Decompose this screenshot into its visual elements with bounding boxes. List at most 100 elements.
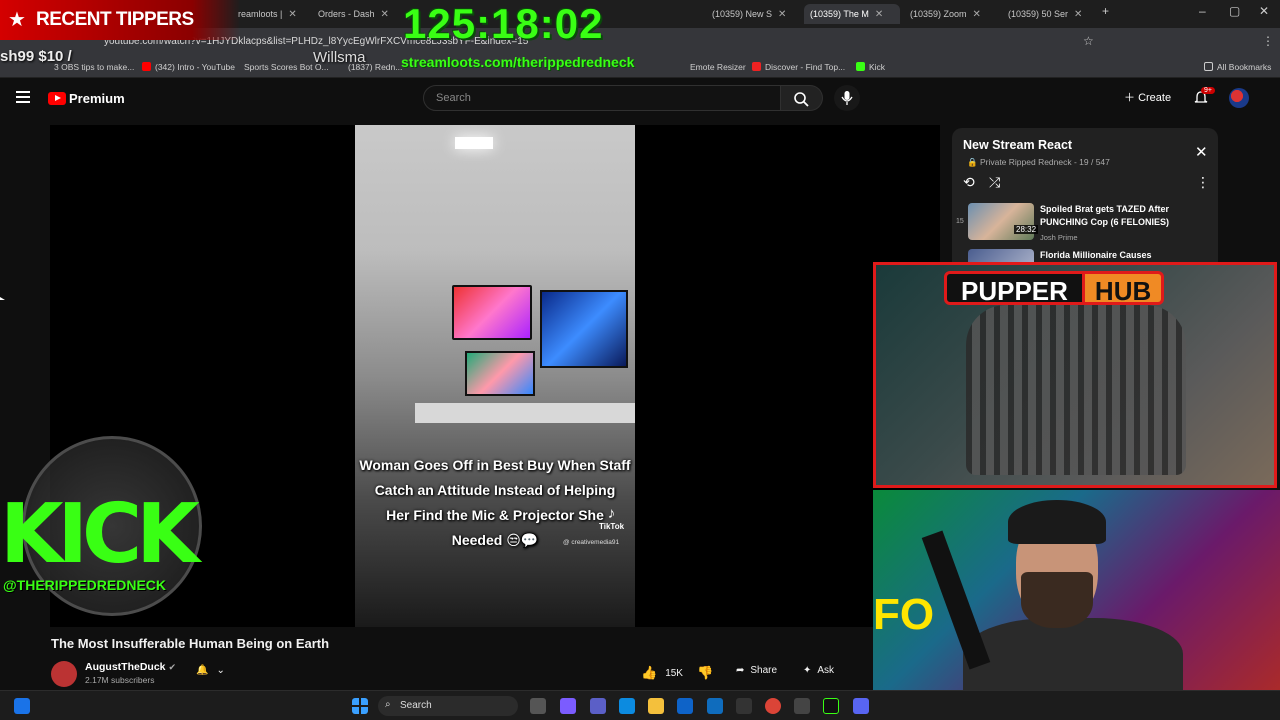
video-title: The Most Insufferable Human Being on Ear…: [51, 636, 330, 651]
close-tab-icon[interactable]: ✕: [288, 9, 296, 20]
close-playlist-icon[interactable]: ✕: [1195, 143, 1208, 161]
bookmark-item[interactable]: Discover - Find Top...: [752, 62, 845, 72]
bookmark-star-icon[interactable]: ☆: [1083, 34, 1094, 48]
bell-icon: 🔔: [196, 665, 209, 676]
tiktok-icon: ♪: [607, 505, 616, 522]
lock-icon: 🔒: [967, 157, 980, 167]
browser-tab-active[interactable]: (10359) The M ✕: [804, 4, 900, 24]
discover-icon: [752, 62, 761, 71]
notification-count-badge: 9+: [1201, 87, 1215, 94]
playlist-item-title[interactable]: Florida Millionaire Causes: [1040, 250, 1152, 260]
search-input[interactable]: Search: [423, 85, 781, 111]
browser-tab[interactable]: reamloots | ✕: [232, 4, 312, 24]
bookmark-folder[interactable]: All Bookmarks: [1204, 62, 1271, 72]
close-tab-icon[interactable]: ✕: [1074, 9, 1082, 20]
tiktok-handle: @ creativemedia91: [563, 539, 620, 546]
obs-icon[interactable]: [736, 698, 752, 714]
close-window-icon[interactable]: ✕: [1259, 4, 1269, 18]
app-icon[interactable]: [794, 698, 810, 714]
kick-icon: [856, 62, 865, 71]
browser-tab[interactable]: (10359) 50 Ser ✕: [1002, 4, 1098, 24]
playlist-item-title[interactable]: Spoiled Brat gets TAZED After PUNCHING C…: [1040, 203, 1190, 229]
scene-ceiling-light: [455, 137, 493, 149]
notification-bell-button[interactable]: 🔔 ⌄: [196, 665, 225, 676]
youtube-header: Premium Search ＋ Create 9+: [0, 79, 1280, 119]
scene-shelf: [415, 403, 635, 423]
new-tab-icon[interactable]: +: [1102, 4, 1109, 18]
playlist-title: New Stream React: [963, 138, 1073, 152]
channel-avatar[interactable]: [51, 661, 77, 687]
streamloots-url: streamloots.com/therippedredneck: [401, 54, 635, 70]
close-tab-icon[interactable]: ✕: [973, 9, 981, 20]
close-tab-icon[interactable]: ✕: [381, 9, 389, 20]
search-button[interactable]: [781, 85, 823, 111]
more-options-icon[interactable]: ⋮: [1196, 174, 1210, 191]
scene-tv: [465, 351, 535, 396]
sign-text: FO: [873, 590, 935, 639]
browser-tab[interactable]: (10359) Zoom ✕: [904, 4, 1000, 24]
discord-icon[interactable]: [853, 698, 869, 714]
outlook-icon[interactable]: [707, 698, 723, 714]
star-icon: ★: [8, 9, 26, 31]
playlist-subtitle: 🔒 Private Ripped Redneck - 19 / 547: [967, 157, 1110, 167]
verified-icon: ✔: [168, 662, 176, 672]
playlist-item-channel: Josh Prime: [1040, 233, 1078, 242]
dislike-button[interactable]: 👎: [697, 665, 713, 681]
menu-icon[interactable]: [16, 91, 30, 103]
streamer-webcam: FO: [873, 490, 1280, 690]
browser-menu-icon[interactable]: ⋮: [1262, 34, 1274, 48]
shuffle-icon[interactable]: ⤮: [989, 174, 1000, 191]
thumbs-down-icon: 👎: [697, 665, 714, 680]
sparkle-icon: ✦: [803, 665, 812, 676]
folder-icon: [1204, 62, 1213, 71]
share-icon: ➦: [736, 665, 745, 676]
stream-timer: 125:18:02: [403, 0, 604, 47]
widgets-icon[interactable]: [14, 698, 30, 714]
like-button[interactable]: 👍 15K: [641, 665, 683, 681]
recent-tippers-banner: ★ RECENT TIPPERS: [0, 0, 240, 40]
video-duration: 28:32: [1014, 225, 1039, 234]
search-icon: [794, 92, 809, 107]
playlist-item-index: 15: [956, 218, 964, 225]
loop-icon[interactable]: ⟲: [963, 174, 975, 191]
playlist-item-thumbnail[interactable]: [968, 203, 1034, 240]
bookmark-item[interactable]: (342) Intro - YouTube: [142, 62, 235, 72]
youtube-brand[interactable]: Premium: [69, 91, 125, 106]
windows-start-icon[interactable]: [352, 698, 368, 714]
maximize-icon[interactable]: ▢: [1229, 4, 1240, 18]
teams-icon[interactable]: [590, 698, 606, 714]
task-view-icon[interactable]: [530, 698, 546, 714]
close-tab-icon[interactable]: ✕: [875, 9, 883, 20]
share-button[interactable]: ➦ Share: [736, 665, 777, 676]
create-button[interactable]: ＋ Create: [1124, 89, 1171, 105]
video-caption: Woman Goes Off in Best Buy When Staff Ca…: [359, 457, 631, 548]
tipper-name: Willsma: [313, 49, 366, 66]
windows-taskbar: ⌕ Search: [0, 690, 1280, 720]
user-avatar[interactable]: [1229, 88, 1249, 108]
bookmark-item[interactable]: Kick: [856, 62, 885, 72]
streamer-beard: [1021, 572, 1093, 628]
kick-overlay: KICK @THERIPPEDREDNECK: [0, 436, 224, 620]
store-icon[interactable]: [677, 698, 693, 714]
close-tab-icon[interactable]: ✕: [778, 9, 786, 20]
browser-tab[interactable]: (10359) New S ✕: [706, 4, 802, 24]
chrome-icon[interactable]: [765, 698, 781, 714]
youtube-icon: [142, 62, 151, 71]
tiktok-watermark: ♪ TikTok: [599, 505, 625, 531]
copilot-icon[interactable]: [560, 698, 576, 714]
browser-tab[interactable]: Orders - Dash ✕: [312, 4, 400, 24]
file-explorer-icon[interactable]: [648, 698, 664, 714]
ask-button[interactable]: ✦ Ask: [803, 665, 834, 676]
minimize-icon[interactable]: –: [1199, 4, 1206, 18]
channel-name[interactable]: AugustTheDuck ✔: [85, 661, 176, 673]
streamer-body: [963, 618, 1183, 690]
bookmark-item[interactable]: Emote Resizer: [690, 62, 746, 72]
playlist-panel: New Stream React 🔒 Private Ripped Rednec…: [952, 128, 1218, 268]
edge-icon[interactable]: [619, 698, 635, 714]
taskbar-search-input[interactable]: ⌕ Search: [378, 696, 518, 716]
terminal-icon[interactable]: [823, 698, 839, 714]
bookmarks-bar: 3 OBS tips to make... (342) Intro - YouT…: [0, 56, 1280, 78]
voice-search-button[interactable]: [834, 85, 860, 111]
youtube-logo-icon[interactable]: [48, 92, 66, 105]
video-frame[interactable]: Woman Goes Off in Best Buy When Staff Ca…: [355, 125, 635, 627]
